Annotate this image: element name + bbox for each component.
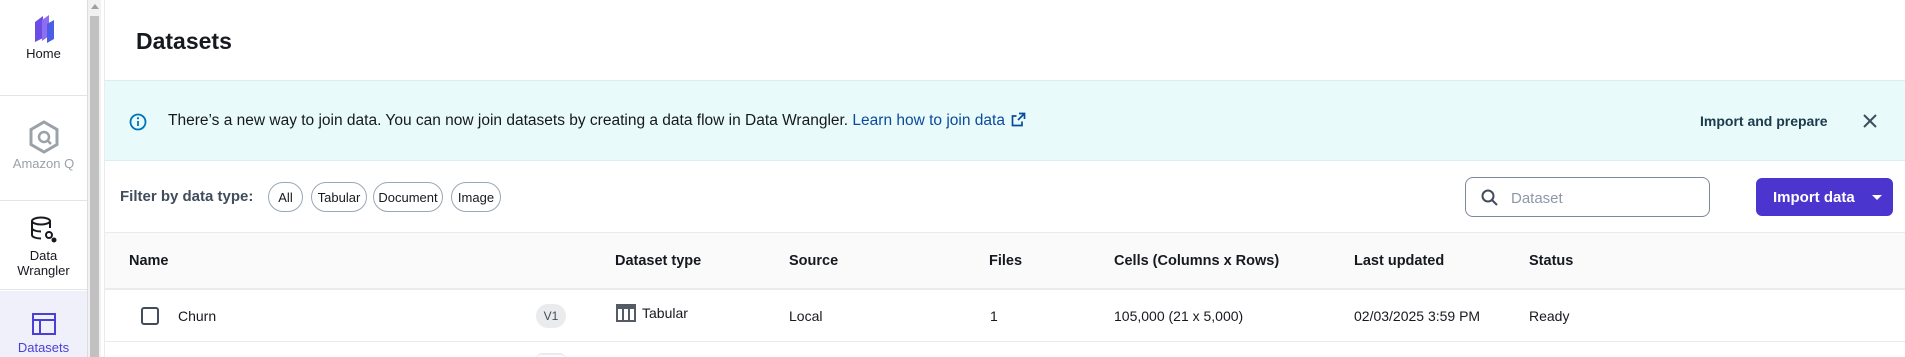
sidebar-item-label: Datasets [17, 340, 70, 355]
scroll-up-arrow-icon[interactable] [91, 4, 99, 9]
filter-chip-image[interactable]: Image [451, 182, 501, 212]
learn-how-to-join-data-link[interactable]: Learn how to join data [852, 112, 1026, 129]
amazon-q-icon [28, 120, 60, 154]
dataset-search[interactable] [1465, 177, 1710, 217]
dataset-files: 1 [990, 308, 998, 324]
search-input[interactable] [1511, 187, 1701, 209]
banner-message: There’s a new way to join data. You can … [168, 112, 1026, 132]
info-banner: There’s a new way to join data. You can … [105, 80, 1905, 161]
caret-down-icon [1872, 195, 1882, 200]
sidebar-scrollbar[interactable] [87, 0, 101, 357]
dataset-name[interactable]: Churn [178, 308, 216, 324]
column-header-source[interactable]: Source [789, 253, 838, 269]
column-header-cells[interactable]: Cells (Columns x Rows) [1114, 253, 1279, 269]
filter-toolbar: Filter by data type: All Tabular Documen… [105, 162, 1905, 232]
home-icon [29, 12, 59, 46]
column-header-last-updated[interactable]: Last updated [1354, 253, 1444, 269]
table-row[interactable]: Churn V1 Tabular Local 1 105,000 (21 x 5… [105, 290, 1905, 342]
page-title: Datasets [136, 28, 232, 54]
sidebar-item-label: Data [29, 248, 58, 263]
sidebar-item-label: Amazon Q [12, 156, 75, 171]
import-and-prepare-button[interactable]: Import and prepare [1700, 113, 1828, 129]
close-icon[interactable] [1862, 113, 1878, 134]
version-badge: V1 [536, 304, 566, 328]
filter-chip-tabular[interactable]: Tabular [311, 182, 367, 212]
main-content: Datasets There’s a new way to join data.… [105, 0, 1905, 357]
column-header-name[interactable]: Name [129, 253, 169, 269]
sidebar-item-data-wrangler[interactable]: Data Wrangler [0, 202, 87, 290]
info-icon [129, 113, 147, 136]
datasets-icon [31, 312, 57, 336]
banner-message-text: There’s a new way to join data. You can … [168, 112, 853, 129]
app-window: Home Amazon Q Data Wrangler Datasets Dat… [0, 0, 1905, 357]
import-data-label: Import data [1773, 188, 1855, 206]
sidebar-item-amazon-q[interactable]: Amazon Q [0, 97, 87, 201]
dataset-last-updated: 02/03/2025 3:59 PM [1354, 308, 1481, 324]
dataset-cells: 105,000 (21 x 5,000) [1114, 308, 1244, 324]
external-link-icon [1011, 112, 1026, 132]
column-header-status[interactable]: Status [1529, 253, 1573, 269]
search-icon [1480, 188, 1500, 213]
row-checkbox[interactable] [141, 307, 159, 325]
sidebar-item-datasets[interactable]: Datasets [0, 291, 87, 357]
scrollbar-thumb[interactable] [90, 16, 99, 357]
sidebar-item-label: Home [26, 46, 61, 61]
sidebar-nav: Home Amazon Q Data Wrangler Datasets [0, 0, 87, 357]
dataset-type-cell: Tabular [616, 304, 688, 322]
column-header-files[interactable]: Files [989, 253, 1022, 269]
filter-chip-document[interactable]: Document [373, 182, 443, 212]
dataset-status: Ready [1529, 308, 1570, 324]
import-data-button[interactable]: Import data [1756, 178, 1893, 216]
filter-chip-all[interactable]: All [268, 182, 303, 212]
dataset-source: Local [789, 308, 823, 324]
data-wrangler-icon [29, 216, 59, 244]
banner-link-label: Learn how to join data [852, 112, 1005, 129]
table-header: Name Dataset type Source Files Cells (Co… [105, 232, 1905, 290]
filter-label: Filter by data type: [120, 188, 254, 205]
column-header-dataset-type[interactable]: Dataset type [615, 253, 701, 269]
sidebar-item-label: Wrangler [17, 263, 70, 278]
next-row-badge-edge [536, 353, 566, 357]
sidebar: Home Amazon Q Data Wrangler Datasets [0, 0, 101, 357]
table-icon [616, 304, 636, 322]
sidebar-item-home[interactable]: Home [0, 12, 87, 96]
dataset-type: Tabular [642, 305, 688, 321]
